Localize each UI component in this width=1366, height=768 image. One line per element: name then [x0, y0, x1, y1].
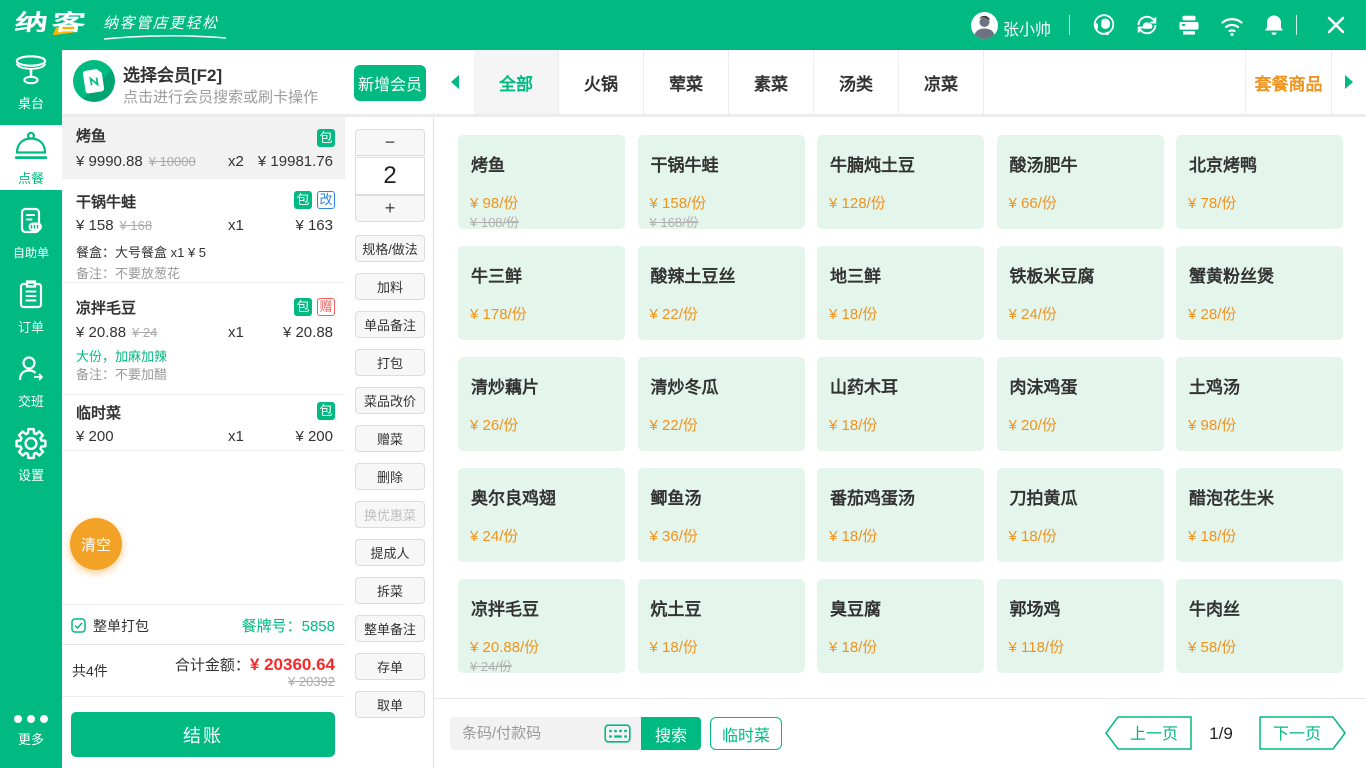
svg-text:上一页: 上一页	[1130, 725, 1178, 743]
svg-text:下一页: 下一页	[1273, 726, 1321, 743]
